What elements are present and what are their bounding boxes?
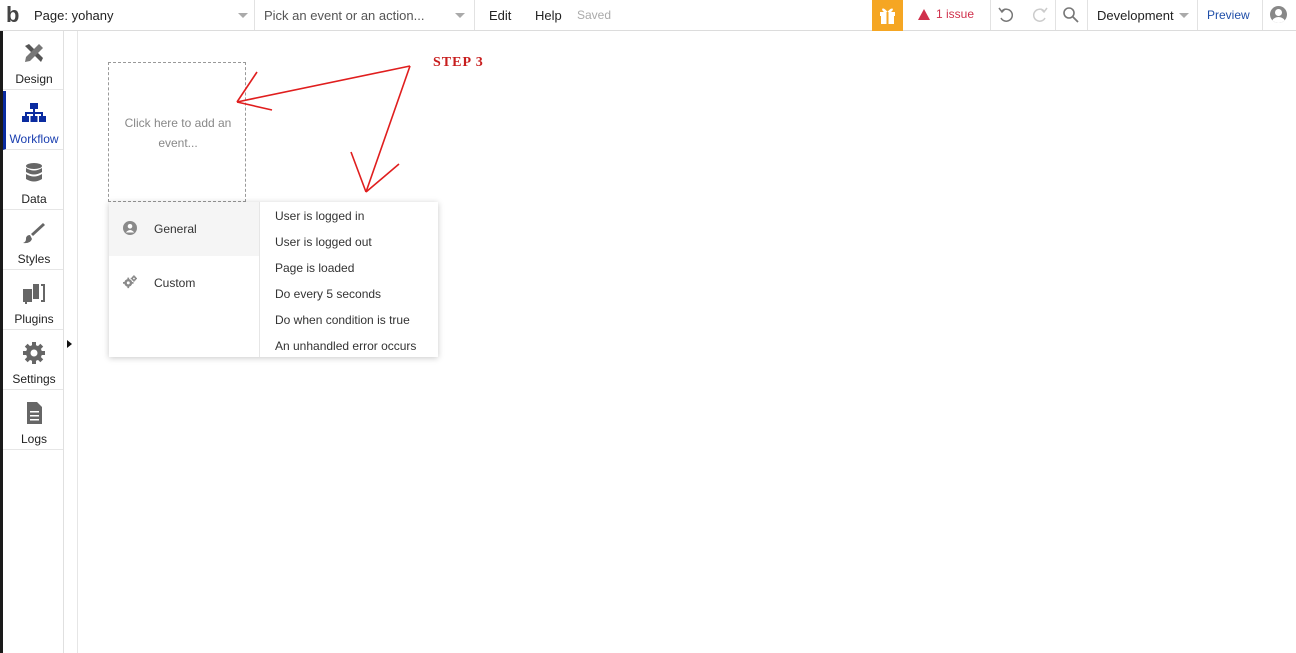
sidebar-tab-styles[interactable]: Styles [3,211,63,270]
event-option[interactable]: Do every 5 seconds [275,287,381,301]
event-action-picker[interactable]: Pick an event or an action... [264,0,475,30]
add-event-placeholder[interactable]: Click here to add an event... [108,62,246,202]
workflow-icon [22,103,46,122]
sidebar-tab-design[interactable]: Design [3,31,63,90]
sidebar-tab-settings[interactable]: Settings [3,331,63,390]
bubble-logo[interactable]: b [6,3,19,27]
add-event-placeholder-text: Click here to add an event... [124,116,232,150]
document-icon [27,402,42,424]
sidebar-tab-label: Data [21,192,47,206]
sidebar-tab-label: Styles [17,252,51,266]
user-avatar-icon[interactable] [1270,6,1287,23]
category-custom[interactable]: Custom [109,256,259,310]
divider [1055,0,1056,30]
sidebar-tab-label: Settings [12,372,56,386]
divider [1197,0,1198,30]
event-option[interactable]: Page is loaded [275,261,354,275]
category-general[interactable]: General [109,202,259,256]
event-options-list: User is logged in User is logged out Pag… [259,202,439,357]
gear-icon [23,342,45,364]
divider [1087,0,1088,30]
step-annotation-label: STEP 3 [433,55,484,70]
sidebar-tab-label: Workflow [9,132,59,146]
undo-icon[interactable] [996,5,1016,25]
sidebar-tab-logs[interactable]: Logs [3,391,63,450]
sidebar-tab-label: Plugins [14,312,54,326]
gift-icon [880,8,895,24]
design-icon [25,44,43,62]
sidebar: Design Workflow Data Styles Plugins Sett… [3,31,64,653]
event-option[interactable]: User is logged in [275,209,364,223]
edit-menu[interactable]: Edit [489,8,511,23]
sidebar-tab-workflow[interactable]: Workflow [3,91,63,150]
preview-link[interactable]: Preview [1207,8,1250,22]
canvas-divider [77,31,78,653]
save-status: Saved [577,8,612,22]
database-icon [26,163,42,182]
search-icon[interactable] [1062,6,1080,24]
chevron-down-icon [455,13,465,18]
help-menu[interactable]: Help [535,8,562,23]
user-icon [123,221,137,235]
divider [1262,0,1263,30]
sidebar-tab-label: Design [15,72,53,86]
page-selector[interactable]: Page: yohany [34,0,255,30]
gears-icon [123,275,137,289]
sidebar-tab-label: Logs [20,432,48,446]
sidebar-tab-data[interactable]: Data [3,151,63,210]
issues-indicator[interactable]: 1 issue [918,7,974,21]
brush-icon [23,223,45,244]
category-label: General [154,222,197,236]
divider [990,0,991,30]
event-option[interactable]: User is logged out [275,235,372,249]
environment-selector[interactable]: Development [1097,8,1174,23]
event-option[interactable]: An unhandled error occurs [275,339,416,353]
page-selector-label: Page: yohany [34,8,114,23]
issues-count: 1 issue [936,7,975,21]
chevron-down-icon [238,13,248,18]
category-label: Custom [154,276,196,290]
top-bar: b Page: yohany Pick an event or an actio… [0,0,1296,31]
sidebar-tab-plugins[interactable]: Plugins [3,271,63,330]
plugin-icon [23,284,45,304]
event-action-picker-label: Pick an event or an action... [264,8,425,23]
event-type-dropdown: General Custom User is logged in User is… [109,202,438,357]
gift-button[interactable] [872,0,903,31]
panel-expand-handle[interactable] [67,340,72,348]
redo-icon[interactable] [1030,5,1050,25]
chevron-down-icon [1179,13,1189,18]
event-option[interactable]: Do when condition is true [275,313,410,327]
warning-icon [918,8,930,20]
